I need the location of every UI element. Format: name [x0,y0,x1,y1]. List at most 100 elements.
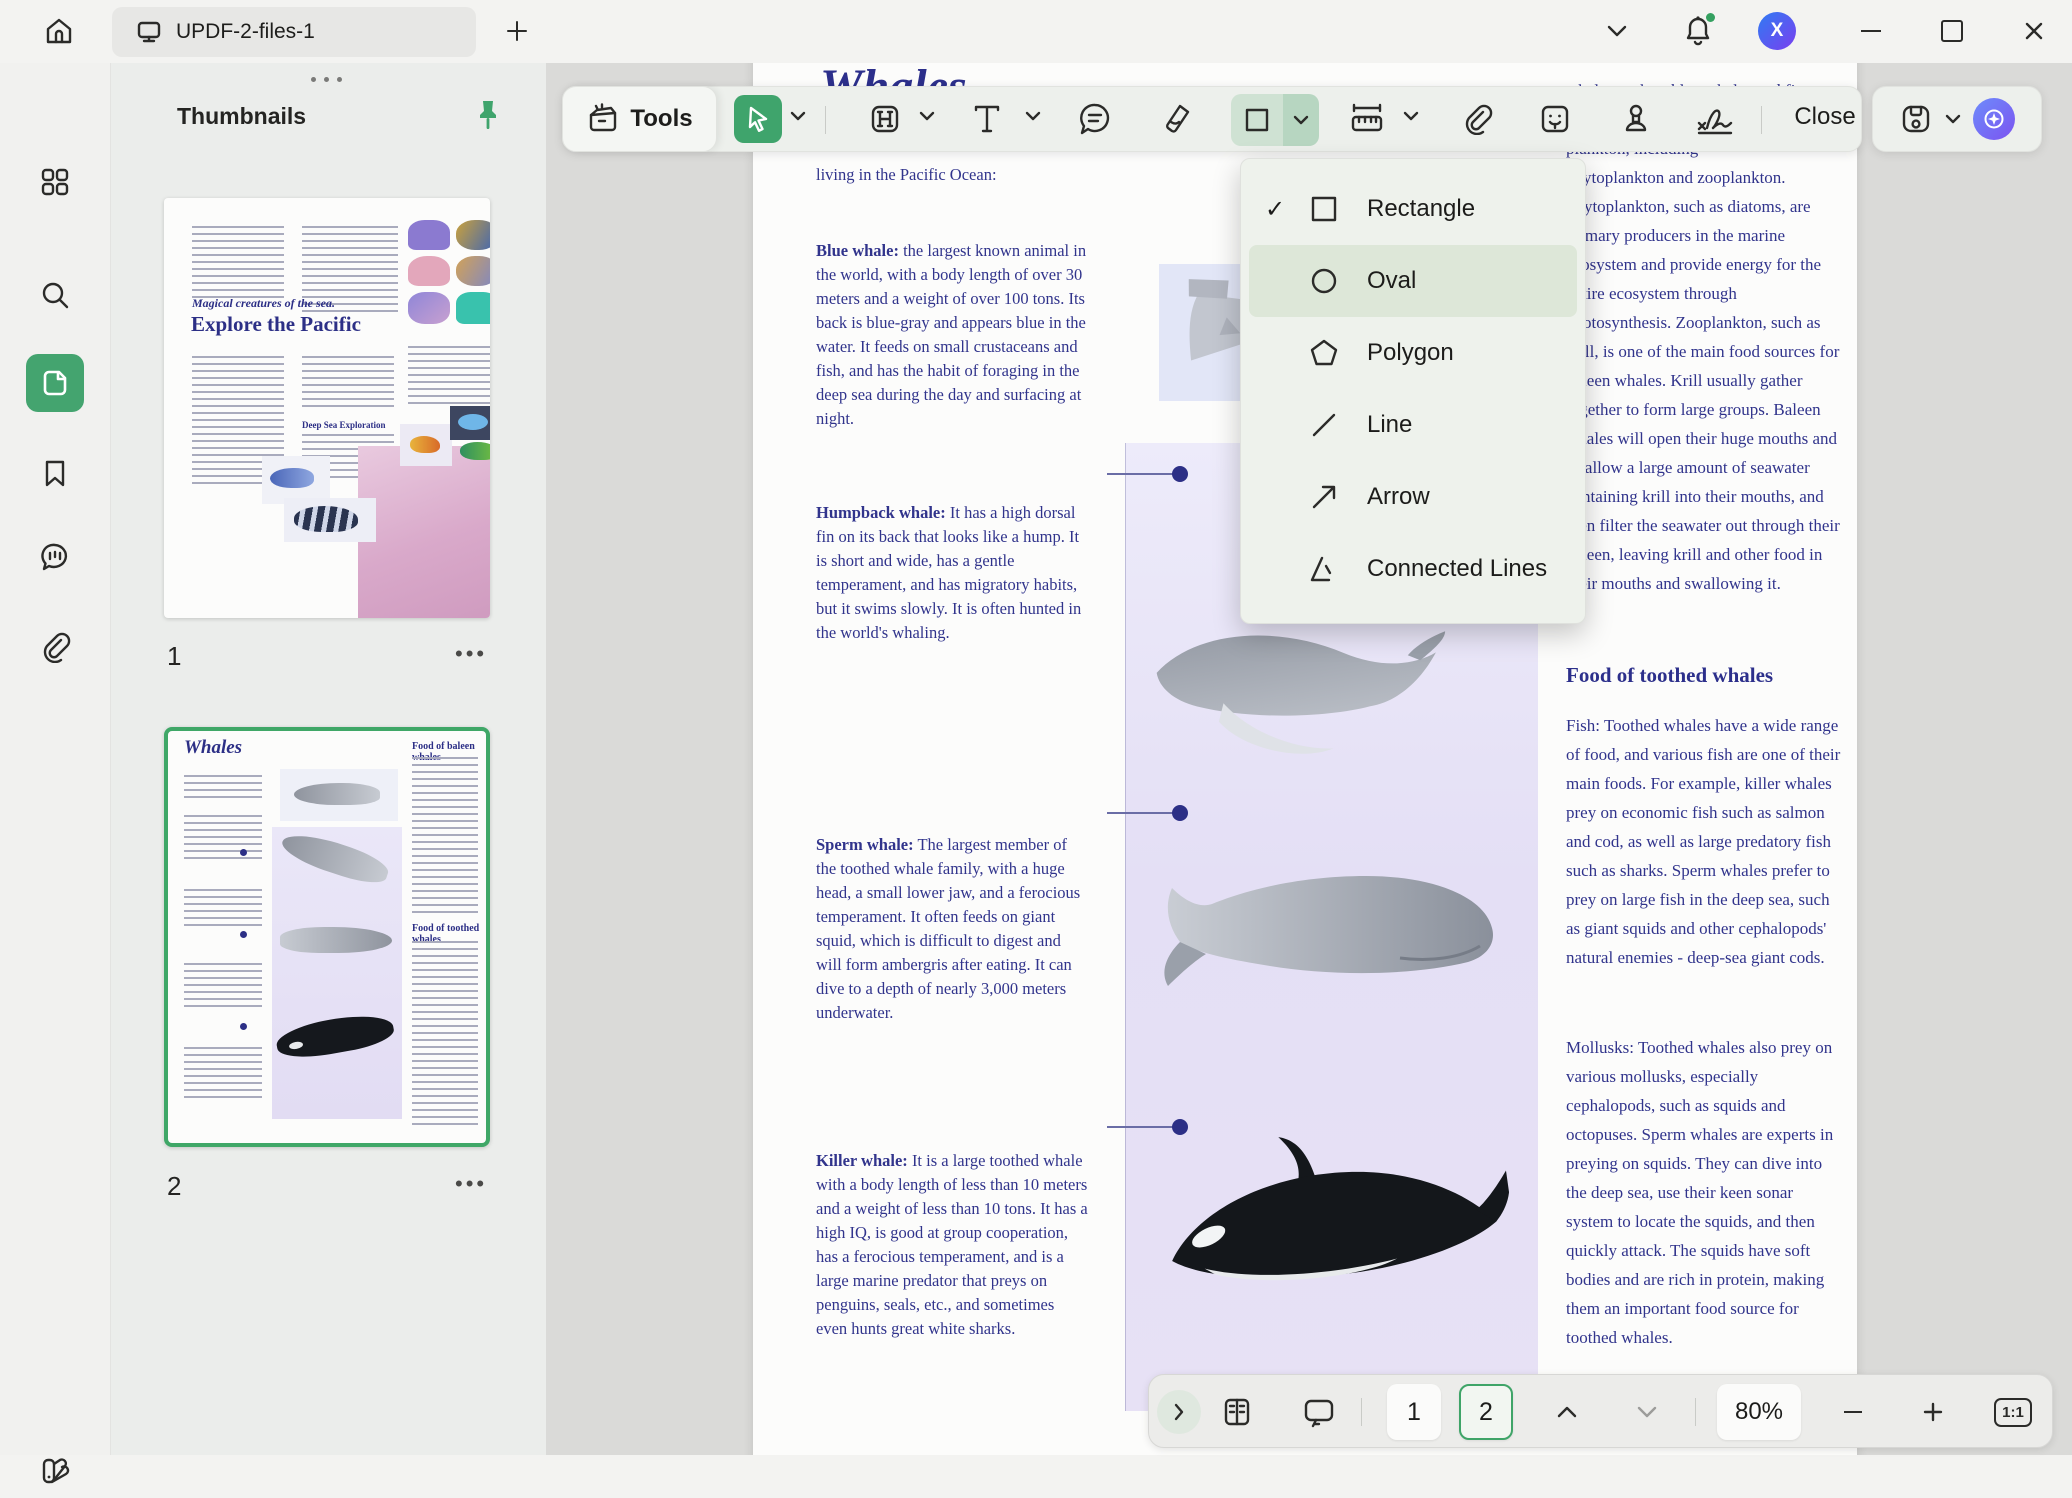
expand-statusbar-button[interactable] [1157,1390,1201,1434]
ai-assistant-button[interactable] [1973,98,2015,140]
paragraph-humpback-whale: Humpback whale: It has a high dorsal fin… [816,501,1088,645]
next-page-button[interactable] [1621,1386,1673,1438]
rectangle-icon [1307,192,1341,226]
right-paragraph-mollusks: Mollusks: Toothed whales also prey on va… [1566,1033,1842,1352]
highlighter-tool-button[interactable] [1153,95,1201,143]
callout-dot [1172,1119,1188,1135]
select-tool-dropdown[interactable] [790,111,806,121]
signature-icon [1695,102,1735,136]
save-button[interactable] [1899,102,1933,136]
toolbar-divider [825,106,826,134]
menu-item-label: Rectangle [1367,195,1475,223]
menu-item-connected-lines[interactable]: Connected Lines [1249,533,1577,605]
new-tab-button[interactable] [494,8,540,54]
tab-title: UPDF-2-files-1 [176,20,315,44]
stamp-tool-button[interactable] [1612,95,1660,143]
select-tool-button[interactable] [734,95,782,143]
arrow-icon [1307,480,1341,514]
sidebar-item-attachments[interactable] [26,618,84,676]
menu-item-label: Polygon [1367,339,1454,367]
text-tool-dropdown[interactable] [1025,111,1041,121]
thumbnail-page-1[interactable]: Magical creatures of the sea. Explore th… [164,198,490,618]
zoom-level-box[interactable]: 80% [1717,1384,1801,1440]
document-tab[interactable]: UPDF-2-files-1 [112,7,476,57]
page-2-button[interactable]: 2 [1459,1384,1513,1440]
thumb2-textblock [184,963,262,1009]
right-paragraph-baleen: phytoplankton and zooplankton. Phytoplan… [1566,163,1842,598]
panel-title: Thumbnails [177,103,306,130]
menu-item-oval[interactable]: Oval [1249,245,1577,317]
status-bar: 1 2 80% 1:1 [1148,1374,2053,1448]
page-1-button[interactable]: 1 [1387,1384,1441,1440]
measure-tool-button[interactable] [1343,95,1391,143]
heading-tool-button[interactable] [861,95,909,143]
paragraph-body: It is a large toothed whale with a body … [816,1151,1088,1338]
measure-tool-dropdown[interactable] [1403,111,1419,121]
actual-size-label: 1:1 [1994,1398,2032,1427]
tools-button[interactable]: Tools [562,86,717,152]
paragraph-lead: Humpback whale: [816,503,946,522]
thumb1-title: Explore the Pacific [191,312,361,337]
two-page-view-icon [1221,1396,1253,1428]
presentation-button[interactable] [1293,1386,1345,1438]
close-toolbar-button[interactable]: Close [1775,103,1875,131]
attach-tool-button[interactable] [1453,95,1501,143]
text-tool-button[interactable] [963,95,1011,143]
menu-item-line[interactable]: Line [1249,389,1577,461]
thumb2-textblock [184,775,262,799]
thumb1-coral-photo [408,220,450,250]
zoom-out-button[interactable] [1827,1386,1879,1438]
avatar: X [1758,12,1796,50]
menu-item-arrow[interactable]: Arrow [1249,461,1577,533]
sidebar-item-thumbnails[interactable] [26,354,84,412]
checkmark-icon: ✓ [1265,195,1293,224]
home-button[interactable] [36,8,82,54]
paperclip-icon [39,631,71,663]
comment-icon [1077,102,1113,136]
page-icon [39,367,71,399]
thumb1-more-button[interactable]: ••• [455,641,487,667]
shape-tool-dropdown[interactable] [1283,94,1319,146]
presentation-icon [1302,1396,1336,1428]
signature-tool-button[interactable] [1691,95,1739,143]
page-layout-button[interactable] [1211,1386,1263,1438]
minimize-icon [1861,30,1881,32]
minimize-button[interactable] [1848,8,1894,54]
maximize-button[interactable] [1929,8,1975,54]
thumb2-sperm-whale [280,927,392,953]
shape-menu: ✓ Rectangle Oval Polygon Line Arrow Conn… [1240,158,1586,624]
pin-panel-button[interactable] [471,97,505,133]
close-window-button[interactable] [2011,8,2057,54]
panel-drag-handle[interactable] [311,77,342,82]
sidebar-item-menu[interactable] [26,153,84,211]
notifications-button[interactable] [1675,8,1721,54]
sidebar-item-comments[interactable] [26,528,84,586]
actual-size-button[interactable]: 1:1 [1987,1386,2039,1438]
comment-tool-button[interactable] [1071,95,1119,143]
sidebar-item-bookmarks[interactable] [26,444,84,502]
menu-item-label: Oval [1367,267,1416,295]
save-dropdown[interactable] [1945,114,1961,124]
menu-item-rectangle[interactable]: ✓ Rectangle [1249,173,1577,245]
zoom-in-button[interactable] [1907,1386,1959,1438]
collapse-toolbar-button[interactable] [1594,8,1640,54]
shape-tool-button[interactable] [1231,94,1283,146]
menu-item-polygon[interactable]: Polygon [1249,317,1577,389]
statusbar-divider [1361,1398,1362,1426]
sticker-tool-button[interactable] [1531,95,1579,143]
sidebar-item-swatches[interactable] [26,1440,84,1498]
account-button[interactable]: X [1758,12,1796,50]
thumbnail-page-2[interactable]: Whales Food of baleen whales Food of too… [164,727,490,1147]
marker-pen-icon [1160,102,1194,136]
callout-dot [1172,466,1188,482]
thumbnails-panel: Thumbnails Magical creatures of the sea.… [110,63,547,1455]
sidebar-item-search[interactable] [26,266,84,324]
notification-dot [1706,13,1715,22]
thumb1-fish [460,442,490,460]
previous-page-button[interactable] [1541,1386,1593,1438]
thumb1-coral-photo [408,256,450,286]
thumb2-callout-dot [240,1023,247,1030]
thumb2-more-button[interactable]: ••• [455,1171,487,1197]
heading-tool-dropdown[interactable] [919,111,935,121]
page-2-label: 2 [1479,1398,1493,1427]
